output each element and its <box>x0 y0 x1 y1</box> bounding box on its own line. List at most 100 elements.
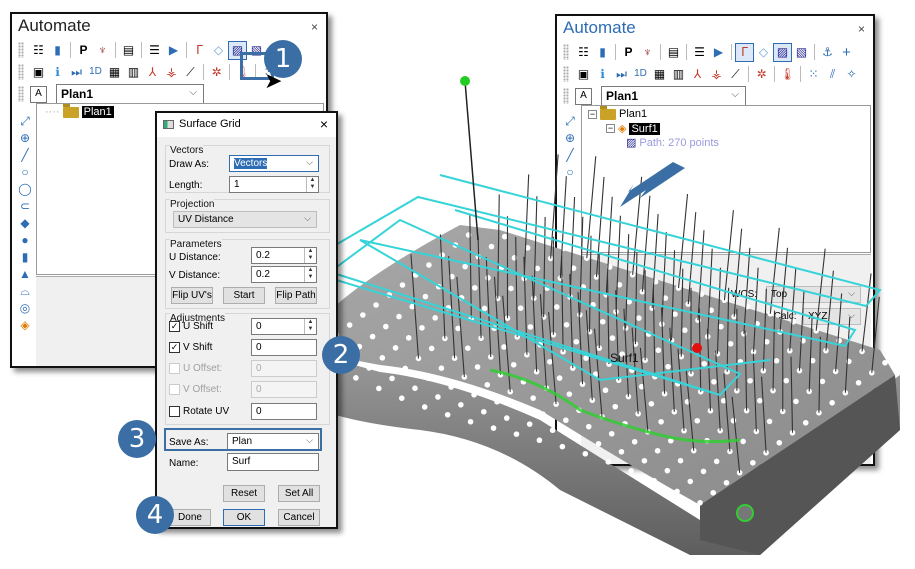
spinner-icon[interactable]: ▲ ▼ <box>304 248 316 263</box>
grid-point <box>582 450 589 457</box>
v-offset-label: V Offset: <box>183 384 222 395</box>
v-shift-value: 0 <box>256 342 262 353</box>
rotate-uv-checkbox[interactable] <box>169 406 180 417</box>
v-shift-checkbox[interactable]: ✓ <box>169 342 180 353</box>
cancel-button[interactable]: Cancel <box>278 509 320 526</box>
grid-point <box>700 468 707 475</box>
grid-point <box>563 417 569 424</box>
start-button[interactable]: Start <box>223 287 265 304</box>
grid-point <box>530 395 536 401</box>
grid-point <box>426 262 432 268</box>
name-label: Name: <box>169 458 199 469</box>
grid-point <box>556 375 563 381</box>
grid-point <box>636 315 642 321</box>
spinner-icon[interactable]: ▲ ▼ <box>306 177 318 192</box>
dialog-close-button[interactable]: × <box>320 116 328 132</box>
vector-line <box>779 247 789 332</box>
chevron-down-icon: ⌵ <box>304 213 311 223</box>
flip-uvs-button[interactable]: Flip UV's <box>171 287 213 304</box>
grid-point <box>527 324 534 330</box>
grid-point <box>478 222 485 228</box>
group-label: Projection <box>170 199 215 210</box>
done-button[interactable]: Done <box>169 509 211 526</box>
u-offset-checkbox[interactable] <box>169 363 180 374</box>
grid-point <box>882 359 888 366</box>
v-distance-value: 0.2 <box>256 269 270 280</box>
grid-point <box>631 438 638 445</box>
u-offset-input[interactable]: 0 <box>251 360 317 377</box>
callout-1: 1 <box>264 40 302 78</box>
grid-point <box>665 363 671 370</box>
grid-point <box>648 400 655 407</box>
v-distance-label: V Distance: <box>169 270 221 281</box>
u-shift-checkbox[interactable]: ✓ <box>169 321 180 332</box>
grid-point <box>517 305 524 311</box>
v-offset-checkbox[interactable] <box>169 384 180 395</box>
grid-point <box>510 361 517 368</box>
grid-point <box>369 333 376 340</box>
length-input[interactable]: 1 ▲ ▼ <box>229 176 319 193</box>
save-as-highlight <box>164 428 322 451</box>
grid-point <box>836 337 842 344</box>
group-label: Parameters <box>170 239 222 250</box>
grid-point <box>618 448 625 455</box>
grid-point <box>488 243 495 250</box>
dialog-title: Surface Grid <box>179 118 241 130</box>
grid-point <box>392 345 399 351</box>
grid-point <box>540 411 546 417</box>
projection-value: UV Distance <box>178 214 234 225</box>
reset-button[interactable]: Reset <box>223 485 265 502</box>
grid-point <box>471 391 477 398</box>
grid-point <box>501 344 507 350</box>
grid-point <box>628 467 634 474</box>
surface-grid-dialog: Surface Grid × Vectors Draw As: Vectors ⌵… <box>155 111 338 529</box>
v-shift-input[interactable]: 0 <box>251 339 317 356</box>
set-all-button[interactable]: Set All <box>278 485 320 502</box>
grid-point <box>710 489 717 496</box>
grid-point <box>494 398 500 405</box>
v-offset-value: 0 <box>256 384 262 395</box>
grid-point <box>438 365 445 371</box>
v-distance-input[interactable]: 0.2 ▲ ▼ <box>251 266 317 283</box>
group-label: Vectors <box>170 145 204 156</box>
length-value: 1 <box>234 179 240 190</box>
callout-3: 3 <box>118 420 156 458</box>
rotate-uv-input[interactable]: 0 <box>251 403 317 420</box>
u-shift-label: U Shift <box>183 321 214 332</box>
grid-point <box>373 302 379 308</box>
flip-path-button[interactable]: Flip Path <box>275 287 317 304</box>
grid-point <box>802 419 809 426</box>
grid-point <box>432 315 438 321</box>
u-shift-value: 0 <box>256 321 262 332</box>
grid-point <box>855 379 862 386</box>
grid-point <box>585 423 592 430</box>
grid-point <box>428 345 435 352</box>
spinner-icon[interactable]: ▲ ▼ <box>304 267 316 282</box>
callout-4: 4 <box>136 496 174 534</box>
draw-as-select[interactable]: Vectors ⌵ <box>229 155 319 172</box>
name-value: Surf <box>232 456 251 467</box>
u-distance-label: U Distance: <box>169 252 221 263</box>
grid-point <box>572 433 579 440</box>
grid-point <box>360 312 366 318</box>
grid-point <box>757 397 763 404</box>
spinner-icon[interactable]: ▲ ▼ <box>304 319 316 334</box>
grid-point <box>694 417 701 424</box>
projection-select[interactable]: UV Distance ⌵ <box>173 211 317 228</box>
u-distance-input[interactable]: 0.2 ▲ ▼ <box>251 247 317 264</box>
grid-point <box>750 459 756 466</box>
end-point-marker <box>692 343 702 353</box>
ok-button[interactable]: OK <box>223 509 265 526</box>
grid-point <box>398 395 405 401</box>
grid-point <box>485 275 491 281</box>
vector-line <box>723 210 734 301</box>
grid-point <box>711 378 717 385</box>
3d-viewport[interactable]: Surf 1 <box>0 0 915 569</box>
grid-point <box>566 391 573 397</box>
name-input[interactable]: Surf <box>227 453 319 471</box>
v-offset-input[interactable]: 0 <box>251 381 317 398</box>
u-shift-input[interactable]: 0 ▲ ▼ <box>251 318 317 335</box>
grid-point <box>503 415 510 421</box>
grid-point <box>536 437 543 444</box>
vector-line <box>769 227 780 314</box>
